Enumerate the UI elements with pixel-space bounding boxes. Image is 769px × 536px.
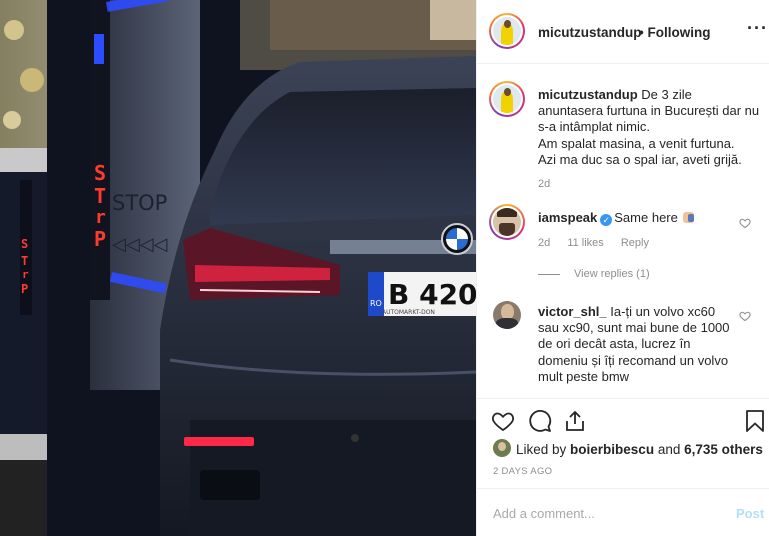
comment-like-heart-icon[interactable]: [739, 217, 751, 229]
post-side-panel: micutzustandup • Following ··· micutzust…: [476, 0, 769, 536]
following-status[interactable]: • Following: [639, 25, 710, 40]
facepalm-emoji-icon: [683, 212, 695, 223]
neon-letter-p: P: [94, 227, 106, 251]
comment-time[interactable]: 2d: [538, 237, 550, 249]
commenter-avatar-victor[interactable]: [493, 301, 521, 329]
verified-badge-icon: ✓: [600, 214, 613, 226]
svg-text:S: S: [21, 237, 28, 251]
more-options-icon[interactable]: ···: [747, 19, 768, 37]
comment-input[interactable]: Add a comment...: [493, 506, 595, 521]
comment-reply-button[interactable]: Reply: [621, 237, 649, 249]
post-timestamp[interactable]: 2 DAYS AGO: [493, 466, 552, 477]
caption-timestamp[interactable]: 2d: [538, 178, 550, 190]
add-comment-bar: Add a comment... Post: [477, 488, 769, 536]
neon-letter-s: S: [94, 161, 106, 185]
svg-text:r: r: [22, 268, 29, 281]
svg-text:AUTOMARKT-DON: AUTOMARKT-DON: [382, 309, 435, 316]
comment-username[interactable]: iamspeak: [538, 210, 597, 225]
likes-others-link[interactable]: 6,735 others: [684, 442, 763, 457]
svg-text:◁◁◁◁: ◁◁◁◁: [112, 234, 168, 255]
post-caption: micutzustandup De 3 zile anuntasera furt…: [538, 87, 760, 168]
caption-avatar[interactable]: [489, 81, 525, 117]
liker-username[interactable]: boierbibescu: [570, 442, 654, 457]
share-icon[interactable]: [563, 409, 587, 433]
commenter-avatar-iamspeak[interactable]: [489, 204, 525, 240]
comment-text: Same here: [614, 210, 678, 225]
comment-iamspeak: iamspeak ✓ Same here: [538, 210, 695, 226]
liker-avatar[interactable]: [493, 439, 511, 457]
view-replies-button[interactable]: View replies (1): [538, 268, 650, 280]
author-avatar[interactable]: [489, 13, 525, 49]
comment-likes[interactable]: 11 likes: [567, 237, 603, 249]
author-username[interactable]: micutzustandup: [538, 25, 642, 40]
comment-victor: victor_shl_ Ia-ți un volvo xc60 sau xc90…: [538, 304, 738, 385]
post-header: micutzustandup • Following ···: [477, 0, 769, 64]
post-photo[interactable]: S T r P S T r P STOP ◁◁◁◁ RO B 420 AUTOM…: [0, 0, 476, 536]
comment-meta: 2d 11 likes Reply: [538, 237, 663, 249]
neon-letter-t: T: [94, 184, 106, 208]
caption-username[interactable]: micutzustandup: [538, 87, 638, 102]
svg-text:T: T: [21, 254, 28, 268]
photo-scene: S T r P S T r P STOP ◁◁◁◁ RO B 420 AUTOM…: [0, 0, 476, 536]
bookmark-icon[interactable]: [743, 409, 767, 433]
svg-text:B 420: B 420: [388, 278, 476, 311]
stop-sign-text: STOP: [112, 191, 167, 215]
rear-reflector: [184, 437, 254, 446]
comment-username[interactable]: victor_shl_: [538, 304, 607, 319]
replies-divider: [538, 273, 560, 275]
post-comment-button[interactable]: Post: [736, 506, 764, 521]
post-actions: Liked by boierbibescu and 6,735 others 2…: [477, 398, 769, 488]
comment-bubble-icon[interactable]: [528, 409, 552, 433]
like-heart-icon[interactable]: [491, 409, 515, 433]
caption-text-line3: Azi ma duc sa o spal iar, aveti grijă.: [538, 151, 742, 167]
likes-summary: Liked by boierbibescu and 6,735 others: [516, 442, 763, 457]
caption-text-line2: Am spalat masina, a venit furtuna.: [538, 135, 735, 151]
svg-text:P: P: [21, 282, 28, 296]
svg-text:RO: RO: [370, 299, 382, 308]
comment-like-heart-icon[interactable]: [739, 310, 751, 322]
neon-letter-r: r: [95, 207, 106, 228]
